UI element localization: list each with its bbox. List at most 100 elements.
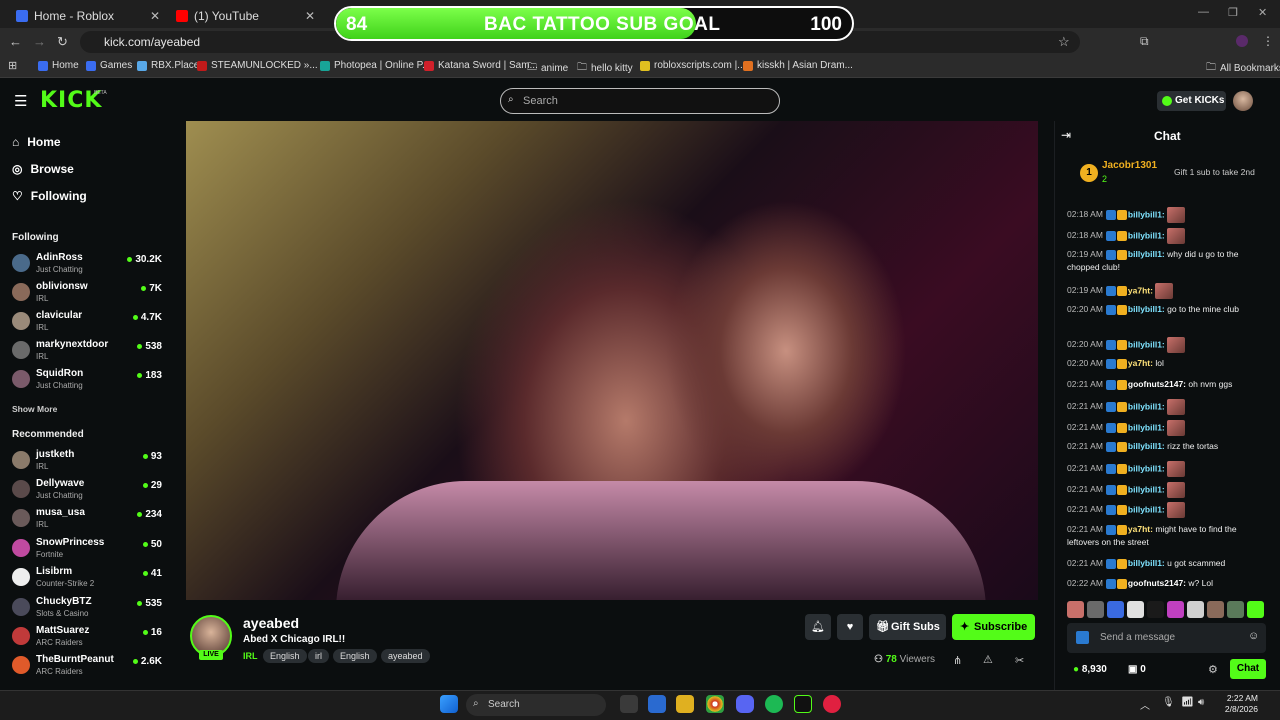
pinned-user[interactable]: Jacobr1301	[1102, 160, 1157, 171]
collapse-chat-icon[interactable]: ⇥	[1061, 128, 1071, 142]
follow-heart-button[interactable]: ♥	[837, 614, 863, 640]
minimize-icon[interactable]: —	[1198, 6, 1209, 18]
emote-icon[interactable]	[1147, 601, 1164, 618]
emote-icon[interactable]	[1127, 601, 1144, 618]
recommended-channel[interactable]: MattSuarez ARC Raiders 16	[12, 625, 162, 653]
message-user[interactable]: goofnuts2147:	[1128, 379, 1186, 389]
bookmark-robloxscripts[interactable]: robloxscripts.com |...	[640, 60, 746, 71]
recommended-channel[interactable]: SnowPrincess Fortnite 50	[12, 537, 162, 565]
following-channel[interactable]: oblivionsw IRL 7K	[12, 281, 162, 309]
tag[interactable]: English	[333, 649, 377, 663]
show-more-link[interactable]: Show More	[12, 404, 57, 414]
emote-icon[interactable]	[1087, 601, 1104, 618]
message-user[interactable]: ya7ht:	[1128, 524, 1153, 534]
bookmark-hello-kitty[interactable]: 🗀 hello kitty	[577, 60, 633, 77]
opera-icon[interactable]	[823, 695, 841, 713]
profile-icon[interactable]	[1236, 35, 1248, 47]
recommended-channel[interactable]: Lisibrm Counter-Strike 2 41	[12, 566, 162, 594]
message-user[interactable]: ya7ht:	[1128, 358, 1153, 368]
message-user[interactable]: billybill1:	[1128, 249, 1165, 259]
bookmark-photopea[interactable]: Photopea | Online P...	[320, 60, 430, 71]
message-user[interactable]: billybill1:	[1128, 504, 1165, 514]
kick-app-icon[interactable]	[794, 695, 812, 713]
bookmark-all[interactable]: 🗀 All Bookmarks	[1206, 60, 1280, 77]
news-icon[interactable]	[648, 695, 666, 713]
taskbar-clock[interactable]: 2:22 AM 2/8/2026	[1218, 693, 1258, 715]
message-user[interactable]: billybill1:	[1128, 422, 1165, 432]
bookmark-anime[interactable]: 🗀 anime	[527, 60, 568, 77]
kicks-balance[interactable]: ● 8,930	[1073, 664, 1107, 675]
back-icon[interactable]: ←	[9, 34, 22, 49]
bookmark-steamunlocked[interactable]: STEAMUNLOCKED »...	[197, 60, 318, 71]
clip-icon[interactable]: ✂	[1015, 654, 1024, 667]
bookmark-katana[interactable]: Katana Sword | Sam...	[424, 60, 538, 71]
message-user[interactable]: billybill1:	[1128, 339, 1165, 349]
gift-subs-button[interactable]: 🎁︎ Gift Subs	[869, 614, 946, 640]
message-user[interactable]: ya7ht:	[1128, 285, 1153, 295]
taskbar-search[interactable]: ⌕ Search	[466, 694, 606, 716]
message-user[interactable]: billybill1:	[1128, 209, 1165, 219]
microphone-icon[interactable]: 🎙︎	[1162, 697, 1175, 708]
following-channel[interactable]: AdinRoss Just Chatting 30.2K	[12, 252, 162, 280]
tab-youtube[interactable]: (1) YouTube ✕	[168, 4, 323, 28]
hamburger-menu-icon[interactable]: ☰	[14, 92, 27, 110]
notification-bell-button[interactable]: 🔔︎	[805, 614, 831, 640]
sidebar-item-following[interactable]: ♡ Following	[12, 189, 87, 203]
share-icon[interactable]: ⋔	[953, 654, 962, 667]
send-message-input[interactable]: Send a message ☺	[1067, 623, 1266, 653]
forward-icon[interactable]: →	[33, 34, 46, 49]
tab-roblox[interactable]: Home - Roblox ✕	[8, 4, 168, 28]
category-link[interactable]: IRL	[243, 651, 258, 661]
following-channel[interactable]: clavicular IRL 4.7K	[12, 310, 162, 338]
sidebar-item-browse[interactable]: ◎ Browse	[12, 162, 74, 176]
chrome-icon[interactable]	[706, 695, 724, 713]
volume-icon[interactable]: 🔊︎	[1198, 697, 1204, 708]
recommended-channel[interactable]: ChuckyBTZ Slots & Casino 535	[12, 596, 162, 624]
recommended-channel[interactable]: TheBurntPeanut ARC Raiders 2.6K	[12, 654, 162, 682]
bookmark-games[interactable]: Games	[86, 60, 132, 71]
sidebar-item-home[interactable]: ⌂ Home	[12, 135, 61, 149]
message-user[interactable]: billybill1:	[1128, 401, 1165, 411]
chat-send-button[interactable]: Chat	[1230, 659, 1266, 679]
emote-icon[interactable]	[1167, 601, 1184, 618]
emote-icon[interactable]	[1187, 601, 1204, 618]
following-channel[interactable]: markynextdoor IRL 538	[12, 339, 162, 367]
gifts-balance[interactable]: ▣ 0	[1128, 664, 1146, 675]
message-user[interactable]: billybill1:	[1128, 484, 1165, 494]
emoji-icon[interactable]: ☺	[1248, 630, 1259, 642]
close-icon[interactable]: ✕	[150, 9, 160, 23]
apps-icon[interactable]: ⊞	[8, 59, 17, 72]
bookmark-rbxplace[interactable]: RBX.Place	[137, 60, 199, 71]
spotify-icon[interactable]	[765, 695, 783, 713]
close-icon[interactable]: ✕	[305, 9, 315, 23]
close-window-icon[interactable]: ✕	[1258, 6, 1267, 19]
recommended-channel[interactable]: Dellywave Just Chatting 29	[12, 478, 162, 506]
wifi-icon[interactable]: 📶︎	[1181, 697, 1194, 708]
message-user[interactable]: billybill1:	[1128, 463, 1165, 473]
emote-icon[interactable]	[1227, 601, 1244, 618]
restore-icon[interactable]: ❐	[1228, 6, 1238, 19]
message-user[interactable]: billybill1:	[1128, 304, 1165, 314]
emote-icon[interactable]	[1247, 601, 1264, 618]
subscribe-button[interactable]: ✦ Subscribe	[952, 614, 1035, 640]
recommended-channel[interactable]: justketh IRL 93	[12, 449, 162, 477]
tag[interactable]: English	[263, 649, 307, 663]
reload-icon[interactable]: ↻	[57, 34, 68, 50]
extensions-icon[interactable]: ⧉	[1140, 34, 1149, 49]
recommended-channel[interactable]: musa_usa IRL 234	[12, 507, 162, 535]
streamer-name[interactable]: ayeabed	[243, 615, 299, 631]
emote-icon[interactable]	[1207, 601, 1224, 618]
report-icon[interactable]: ⚠	[983, 653, 993, 666]
tag[interactable]: ayeabed	[381, 649, 430, 663]
search-input[interactable]: ⌕ Search	[500, 88, 780, 114]
video-player[interactable]	[186, 121, 1038, 600]
following-channel[interactable]: SquidRon Just Chatting 183	[12, 368, 162, 396]
tag[interactable]: irl	[308, 649, 329, 663]
message-user[interactable]: goofnuts2147:	[1128, 578, 1186, 588]
settings-gear-icon[interactable]: ⚙	[1208, 663, 1218, 676]
discord-icon[interactable]	[736, 695, 754, 713]
bookmark-home[interactable]: Home	[38, 60, 79, 71]
message-user[interactable]: billybill1:	[1128, 441, 1165, 451]
tray-chevron-icon[interactable]: ︿	[1140, 697, 1150, 712]
emote-icon[interactable]	[1107, 601, 1124, 618]
